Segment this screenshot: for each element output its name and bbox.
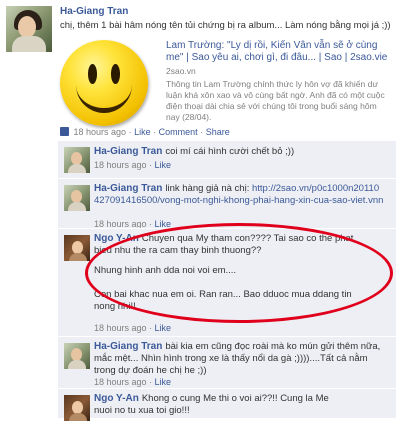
smiley-face-thumbnail[interactable] (60, 40, 148, 126)
comment-author[interactable]: Ha-Giang Tran (94, 341, 162, 352)
comment-item: Ha-Giang Tran link hàng giả nà chị: http:… (58, 178, 396, 229)
comment-text: link hàng giả nà chị: (165, 183, 250, 194)
comment-like-link[interactable]: Like (155, 323, 172, 333)
comment-author[interactable]: Ngo Y-An (94, 233, 139, 244)
comment-author[interactable]: Ha-Giang Tran (94, 183, 162, 194)
comment-text: Nhung hinh anh dda noi voi em.... (94, 265, 237, 276)
comment-avatar[interactable] (64, 185, 90, 211)
comment-avatar[interactable] (64, 147, 90, 173)
attachment-title-link[interactable]: Lam Trường: "Ly dị rồi, Kiến Vân vẫn sẽ … (166, 40, 391, 64)
comment-timestamp: 18 hours ago (94, 160, 147, 170)
post-like-link[interactable]: Like (134, 127, 151, 137)
comment-meta: 18 hours ago · Like (94, 323, 172, 333)
comment-item: Ngo Y-An Khong o cung Me thi o voi ai??!!… (58, 388, 396, 421)
attachment-domain: 2sao.vn (166, 66, 196, 76)
comment-like-link[interactable]: Like (155, 160, 172, 170)
attachment-description: Thông tin Lam Trường chính thức ly hôn v… (166, 79, 385, 122)
comment-timestamp: 18 hours ago (94, 377, 147, 387)
comment-text: Con bai khac nua em oi. Ran ran... Bao d… (94, 289, 352, 312)
post-timestamp[interactable]: 18 hours ago (74, 127, 127, 137)
comment-item: Ngo Y-An Chuyen qua My tham con???? Tai s… (58, 228, 396, 337)
comment-meta: 18 hours ago · Like (94, 160, 172, 170)
comment-author[interactable]: Ha-Giang Tran (94, 146, 162, 157)
post-share-link[interactable]: Share (206, 127, 230, 137)
comment-list: Ha-Giang Tran coi mí cái hình cười chết b… (58, 140, 396, 421)
post-meta-bar: 18 hours ago · Like · Comment · Share (60, 127, 230, 137)
post-text: chị, thêm 1 bài hâm nóng tên tủi chứng b… (60, 20, 391, 31)
comment-meta: 18 hours ago · Like (94, 377, 172, 387)
comment-like-link[interactable]: Like (155, 377, 172, 387)
post-author-avatar[interactable] (6, 6, 52, 52)
comment-timestamp: 18 hours ago (94, 323, 147, 333)
comment-avatar[interactable] (64, 235, 90, 261)
comment-avatar[interactable] (64, 343, 90, 369)
comment-item: Ha-Giang Tran bài kia em cũng đọc roài mà… (58, 336, 396, 389)
comment-author[interactable]: Ngo Y-An (94, 393, 139, 404)
comment-item: Ha-Giang Tran coi mí cái hình cười chết b… (58, 140, 396, 179)
facebook-icon (60, 127, 69, 136)
post-comment-link[interactable]: Comment (159, 127, 198, 137)
post-author-name[interactable]: Ha-Giang Tran (60, 6, 128, 17)
comment-text: coi mí cái hình cười chết bỏ ;)) (165, 146, 295, 157)
comment-avatar[interactable] (64, 395, 90, 421)
